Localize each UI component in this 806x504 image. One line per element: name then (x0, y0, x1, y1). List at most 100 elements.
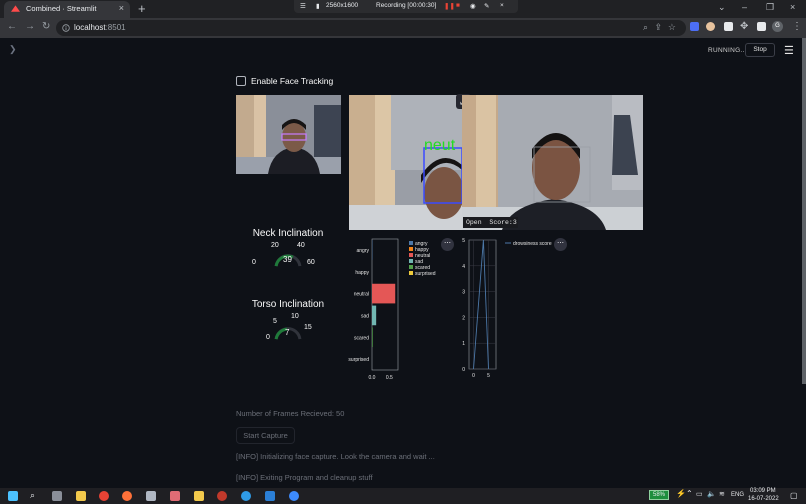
extension-doc-icon[interactable] (724, 22, 733, 31)
app-icon-3[interactable] (194, 491, 204, 501)
emotion-category-label: neutral (354, 292, 369, 298)
clock-time[interactable]: 03:09 PM (750, 488, 776, 494)
drowsiness-y-tick: 1 (462, 341, 465, 347)
emotion-legend-swatch (409, 253, 413, 257)
emotion-bar (372, 305, 377, 326)
wifi-icon[interactable]: ≋ (719, 490, 725, 498)
info-icon[interactable] (62, 24, 70, 32)
face-tracking-checkbox[interactable] (236, 76, 246, 86)
sidebar-expand-icon[interactable]: ❯ (9, 44, 17, 55)
emotion-category-label: scared (354, 335, 369, 341)
app-icon-5[interactable] (289, 491, 299, 501)
pen-icon[interactable]: ✎ (484, 2, 489, 10)
volume-icon[interactable]: 🔈 (707, 490, 716, 498)
app-icon-4[interactable] (217, 491, 227, 501)
stop-record-icon[interactable]: ■ (456, 2, 460, 9)
eye-score: Score:3 (489, 219, 517, 226)
mic-icon[interactable]: ▮ (316, 2, 320, 10)
battery-icon[interactable]: ▭ (696, 490, 703, 498)
extensions-puzzle-icon[interactable]: ✥ (740, 21, 748, 32)
running-status: RUNNING... (708, 47, 747, 54)
url-port: :8501 (105, 23, 126, 32)
close-window-icon[interactable]: × (790, 2, 795, 12)
torso-tick-15: 15 (304, 324, 312, 331)
eye-state: Open (466, 219, 482, 226)
neck-value: 39 (283, 255, 292, 264)
emotion-x-tick: 0.5 (386, 375, 393, 381)
stop-button[interactable]: Stop (745, 43, 775, 57)
app-icon-1[interactable] (146, 491, 156, 501)
drowsiness-frame (462, 95, 643, 230)
drowsiness-y-tick: 0 (462, 367, 465, 373)
chrome-icon[interactable] (99, 491, 109, 501)
neck-tick-40: 40 (297, 242, 305, 249)
drowsiness-x-tick: 0 (472, 373, 475, 379)
bookmark-star-icon[interactable]: ☆ (668, 22, 676, 33)
camera-icon[interactable]: ◉ (470, 2, 476, 10)
neck-tick-60: 60 (307, 259, 315, 266)
webcam-frame-small (236, 95, 341, 174)
chevron-down-icon[interactable]: ⌄ (718, 2, 726, 13)
task-view-icon[interactable] (52, 491, 62, 501)
pause-icon[interactable]: ❚❚ (444, 2, 455, 10)
forward-icon[interactable]: → (25, 21, 35, 32)
drowsiness-y-tick: 2 (462, 315, 465, 321)
emotion-legend-swatch (409, 265, 413, 269)
hamburger-menu-icon[interactable]: ☰ (784, 44, 794, 57)
emotion-legend-swatch (409, 259, 413, 263)
info-initializing-text: [INFO] Initializing face capture. Look t… (236, 452, 435, 461)
recording-resolution: 2560x1600 (326, 2, 359, 9)
emotion-bar-chart: angry happy neutral sad scared surprised 0.0 0.… (348, 238, 436, 381)
new-tab-icon[interactable]: + (138, 1, 146, 16)
menu-icon[interactable]: ☰ (300, 2, 306, 10)
emotion-bar (372, 283, 396, 304)
chevron-up-icon[interactable]: ⌃ (686, 489, 693, 498)
emotion-category-label: sad (361, 313, 369, 319)
emotion-legend-label: surprised (415, 271, 436, 277)
torso-tick-10: 10 (291, 313, 299, 320)
drowsiness-y-tick: 3 (462, 290, 465, 296)
drowsiness-x-tick: 5 (487, 373, 490, 379)
drowsiness-y-tick: 5 (462, 238, 465, 244)
share-icon[interactable]: ⇪ (654, 22, 662, 33)
clock-date[interactable]: 16-07-2022 (748, 496, 779, 502)
close-recorder-icon[interactable]: × (500, 2, 504, 9)
back-icon[interactable]: ← (7, 21, 17, 32)
hardware-icon[interactable]: ⚡ (676, 489, 686, 498)
recording-bar: ☰ ▮ 2560x1600 Recording [00:00:30] ❚❚ ■ … (294, 0, 518, 13)
page-scrollbar[interactable] (802, 38, 806, 384)
app-icon-2[interactable] (170, 491, 180, 501)
browser-menu-icon[interactable]: ⋮ (792, 21, 802, 32)
maximize-icon[interactable]: ❐ (766, 2, 774, 13)
firefox-icon[interactable] (122, 491, 132, 501)
neck-tick-20: 20 (271, 242, 279, 249)
emotion-legend-swatch (409, 241, 413, 245)
windows-start-icon[interactable] (8, 491, 18, 501)
minimize-icon[interactable]: – (742, 2, 747, 12)
sidepanel-icon[interactable] (757, 22, 766, 31)
vscode-icon[interactable] (265, 491, 275, 501)
language-indicator[interactable]: ENG (731, 492, 744, 498)
notifications-icon[interactable]: ▢ (790, 491, 798, 500)
taskbar-search-icon[interactable]: ⌕ (30, 490, 35, 501)
torso-tick-0: 0 (266, 334, 270, 341)
address-bar[interactable]: localhost:8501 ⌕ ⇪ ☆ (56, 20, 686, 36)
profile-avatar[interactable]: G (772, 21, 783, 32)
torso-value: 7 (285, 328, 290, 337)
search-icon[interactable]: ⌕ (643, 22, 648, 33)
drowsiness-chart-menu-icon[interactable]: ⋯ (554, 238, 567, 251)
battery-indicator[interactable]: 58% (649, 490, 670, 500)
file-explorer-icon[interactable] (76, 491, 86, 501)
drowsiness-series-line (473, 239, 489, 370)
extension-hand-icon[interactable] (706, 22, 715, 31)
emotion-detection-frame: neut (349, 95, 462, 230)
edge-icon[interactable] (241, 491, 251, 501)
browser-tab[interactable]: Combined · Streamlit × (4, 1, 130, 18)
reload-icon[interactable]: ↻ (42, 21, 50, 32)
info-exiting-text: [INFO] Exiting Program and cleanup stuff (236, 473, 373, 482)
emotion-x-tick: 0.0 (369, 375, 376, 381)
extension-translate-icon[interactable] (690, 22, 699, 31)
start-capture-button[interactable]: Start Capture (236, 427, 295, 444)
emotion-chart-menu-icon[interactable]: ⋯ (441, 238, 454, 251)
tab-close-icon[interactable]: × (119, 3, 124, 13)
